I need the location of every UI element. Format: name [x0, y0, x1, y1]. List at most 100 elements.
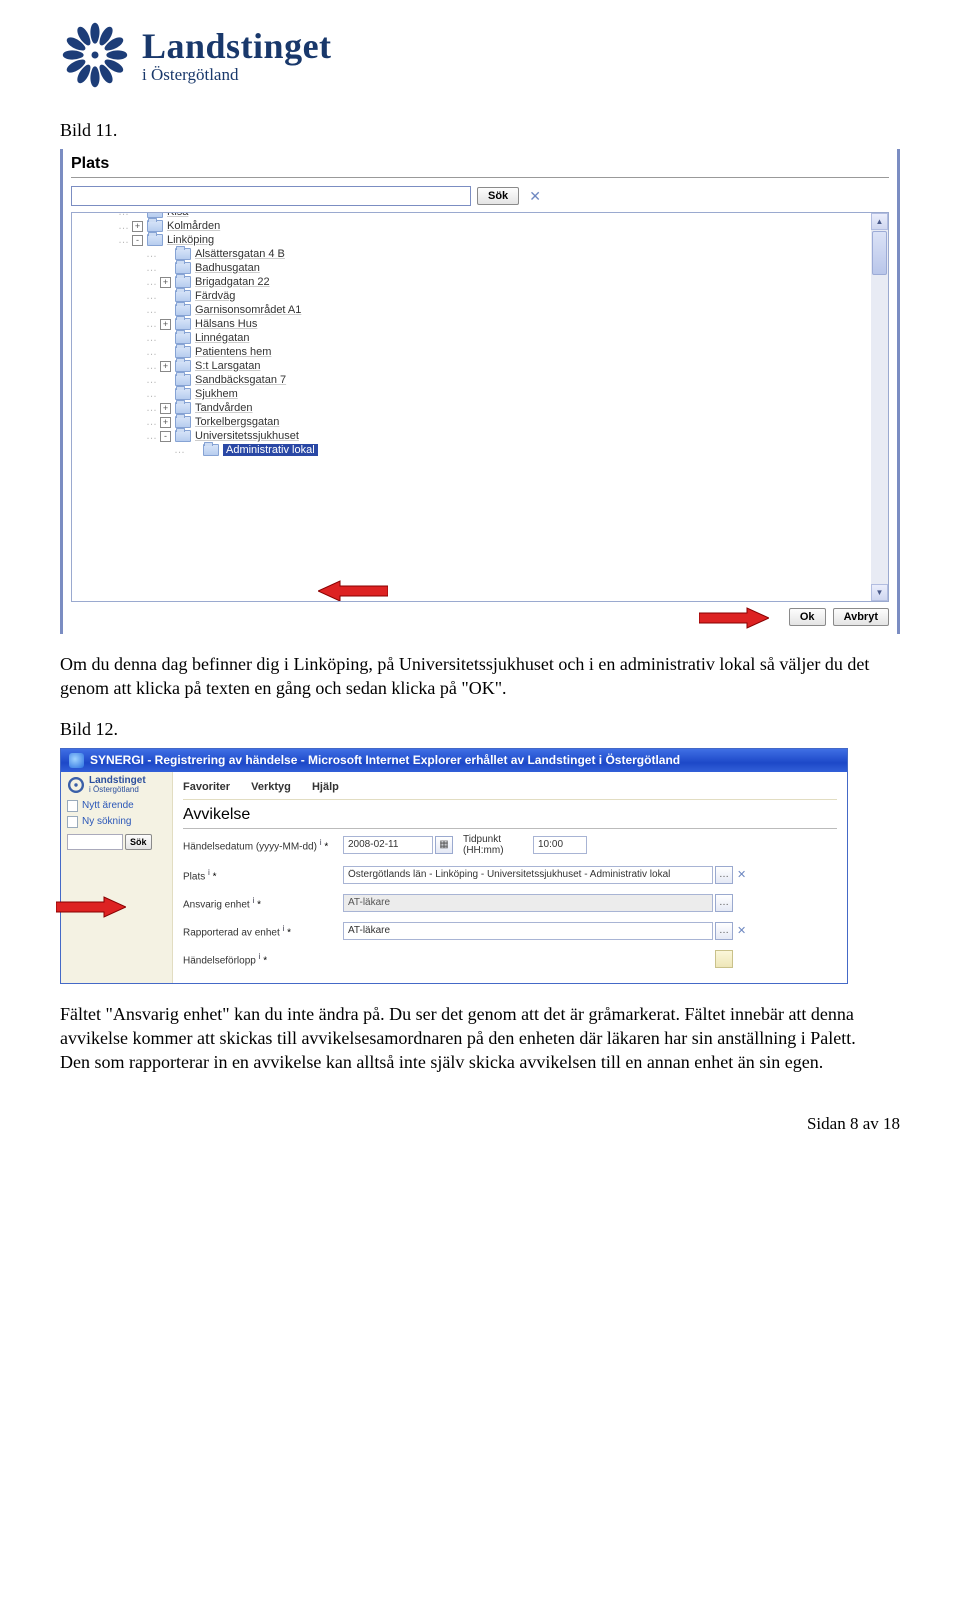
folder-icon: [175, 346, 191, 358]
ie-icon: [69, 753, 84, 768]
tree-item-label[interactable]: Kolmården: [167, 220, 220, 232]
tree-row[interactable]: … Badhusgatan: [72, 261, 871, 275]
expand-icon[interactable]: +: [160, 361, 171, 372]
form-row-plats: Plats i * … ✕: [183, 861, 837, 889]
tree-item-label[interactable]: Badhusgatan: [195, 262, 260, 274]
tree-connector-icon: …: [146, 262, 156, 274]
browse-button[interactable]: …: [715, 866, 733, 884]
tree-spacer: [160, 263, 171, 274]
sidebar-search-input[interactable]: [67, 834, 123, 850]
tree-item-label[interactable]: S:t Larsgatan: [195, 360, 260, 372]
menu-bar: Favoriter Verktyg Hjälp: [183, 778, 837, 800]
screenshot-2-wrap: SYNERGI - Registrering av händelse - Mic…: [60, 748, 900, 984]
tree-row[interactable]: …-Linköping: [72, 233, 871, 247]
tree-connector-icon: …: [146, 332, 156, 344]
scroll-down-arrow-icon[interactable]: ▼: [871, 584, 888, 601]
expand-icon[interactable]: +: [160, 277, 171, 288]
tree-item-label[interactable]: Brigadgatan 22: [195, 276, 270, 288]
sidebar-link-new-case[interactable]: Nytt ärende: [67, 798, 166, 814]
tree-row[interactable]: …Färdväg: [72, 289, 871, 303]
tree-row[interactable]: … + Kolmården: [72, 219, 871, 233]
tree-row[interactable]: …Patientens hem: [72, 345, 871, 359]
search-button[interactable]: Sök: [477, 187, 519, 205]
expand-icon[interactable]: +: [132, 221, 143, 232]
tree-connector-icon: …: [118, 220, 128, 232]
folder-icon: [175, 318, 191, 330]
browse-button[interactable]: …: [715, 894, 733, 912]
collapse-icon[interactable]: -: [132, 235, 143, 246]
tree-item-label[interactable]: Universitetssjukhuset: [195, 430, 299, 442]
tree-row[interactable]: …+Brigadgatan 22: [72, 275, 871, 289]
tree-row[interactable]: …+Tandvården: [72, 401, 871, 415]
field-label-time: Tidpunkt (HH:mm): [463, 834, 533, 856]
tree-item-label[interactable]: Linnégatan: [195, 332, 249, 344]
ok-button[interactable]: Ok: [789, 608, 826, 626]
plats-input[interactable]: [343, 866, 713, 884]
tree-item-label[interactable]: Linköping: [167, 234, 214, 246]
caption-bild-11: Bild 11.: [60, 120, 900, 141]
caption-bild-12: Bild 12.: [60, 719, 900, 740]
clear-icon[interactable]: ✕: [733, 868, 750, 881]
tree-item-label[interactable]: Garnisonsområdet A1: [195, 304, 301, 316]
field-label: Händelseförlopp i *: [183, 951, 343, 966]
tree-row[interactable]: …Sjukhem: [72, 387, 871, 401]
rapporterad-input[interactable]: [343, 922, 713, 940]
browse-button[interactable]: …: [715, 922, 733, 940]
tree-item-label[interactable]: Torkelbergsgatan: [195, 416, 279, 428]
ie-titlebar: SYNERGI - Registrering av händelse - Mic…: [61, 749, 847, 772]
tree-row[interactable]: … Alsättersgatan 4 B: [72, 247, 871, 261]
search-input[interactable]: [71, 186, 471, 206]
tree-item-label[interactable]: Färdväg: [195, 290, 235, 302]
sidebar-search-button[interactable]: Sök: [125, 834, 152, 850]
date-input[interactable]: [343, 836, 433, 854]
tree-row[interactable]: …Administrativ lokal: [72, 443, 871, 457]
field-label: Ansvarig enhet i *: [183, 895, 343, 910]
tree-row[interactable]: … Linnégatan: [72, 331, 871, 345]
tree-item-label[interactable]: Sjukhem: [195, 388, 238, 400]
scroll-thumb[interactable]: [872, 231, 887, 275]
ansvarig-input: [343, 894, 713, 912]
tree-item-label[interactable]: Alsättersgatan 4 B: [195, 248, 285, 260]
tree-connector-icon: …: [146, 248, 156, 260]
tree-row[interactable]: …Kisa: [72, 212, 871, 219]
cancel-button[interactable]: Avbryt: [833, 608, 889, 626]
tree-connector-icon: …: [146, 360, 156, 372]
folder-icon: [175, 248, 191, 260]
menu-favoriter[interactable]: Favoriter: [183, 781, 230, 793]
note-icon[interactable]: [715, 950, 733, 968]
folder-icon: [175, 304, 191, 316]
clear-icon[interactable]: ✕: [525, 188, 545, 205]
tree-item-label[interactable]: Sandbäcksgatan 7: [195, 374, 286, 386]
calendar-icon[interactable]: ▦: [435, 836, 453, 854]
sidebar-link-new-search[interactable]: Ny sökning: [67, 814, 166, 830]
tree-row[interactable]: … + S:t Larsgatan: [72, 359, 871, 373]
paragraph-2: Fältet "Ansvarig enhet" kan du inte ändr…: [60, 1002, 880, 1075]
tree-scroll-area[interactable]: …Kisa…+Kolmården…-Linköping…Alsättersgat…: [72, 213, 871, 601]
menu-hjalp[interactable]: Hjälp: [312, 781, 339, 793]
folder-icon: [175, 402, 191, 414]
collapse-icon[interactable]: -: [160, 431, 171, 442]
tree-row[interactable]: …-Universitetssjukhuset: [72, 429, 871, 443]
tree-item-label[interactable]: Patientens hem: [195, 346, 271, 358]
tree-connector-icon: …: [146, 318, 156, 330]
tree-item-label[interactable]: Kisa: [167, 212, 188, 218]
tree-spacer: [160, 291, 171, 302]
tree-row[interactable]: …Sandbäcksgatan 7: [72, 373, 871, 387]
tree-row[interactable]: … + Hälsans Hus: [72, 317, 871, 331]
menu-verktyg[interactable]: Verktyg: [251, 781, 291, 793]
expand-icon[interactable]: +: [160, 319, 171, 330]
scroll-up-arrow-icon[interactable]: ▲: [871, 213, 888, 230]
dialog-actions: Ok Avbryt: [71, 608, 889, 626]
tree-item-label[interactable]: Administrativ lokal: [223, 444, 318, 456]
tree-row[interactable]: …+Torkelbergsgatan: [72, 415, 871, 429]
expand-icon[interactable]: +: [160, 417, 171, 428]
time-input[interactable]: [533, 836, 587, 854]
clear-icon[interactable]: ✕: [733, 924, 750, 937]
tree-item-label[interactable]: Hälsans Hus: [195, 318, 257, 330]
scroll-track[interactable]: [871, 230, 888, 584]
vertical-scrollbar[interactable]: ▲ ▼: [871, 213, 888, 601]
tree-row[interactable]: …Garnisonsområdet A1: [72, 303, 871, 317]
expand-icon[interactable]: +: [160, 403, 171, 414]
folder-icon: [175, 360, 191, 372]
tree-item-label[interactable]: Tandvården: [195, 402, 253, 414]
